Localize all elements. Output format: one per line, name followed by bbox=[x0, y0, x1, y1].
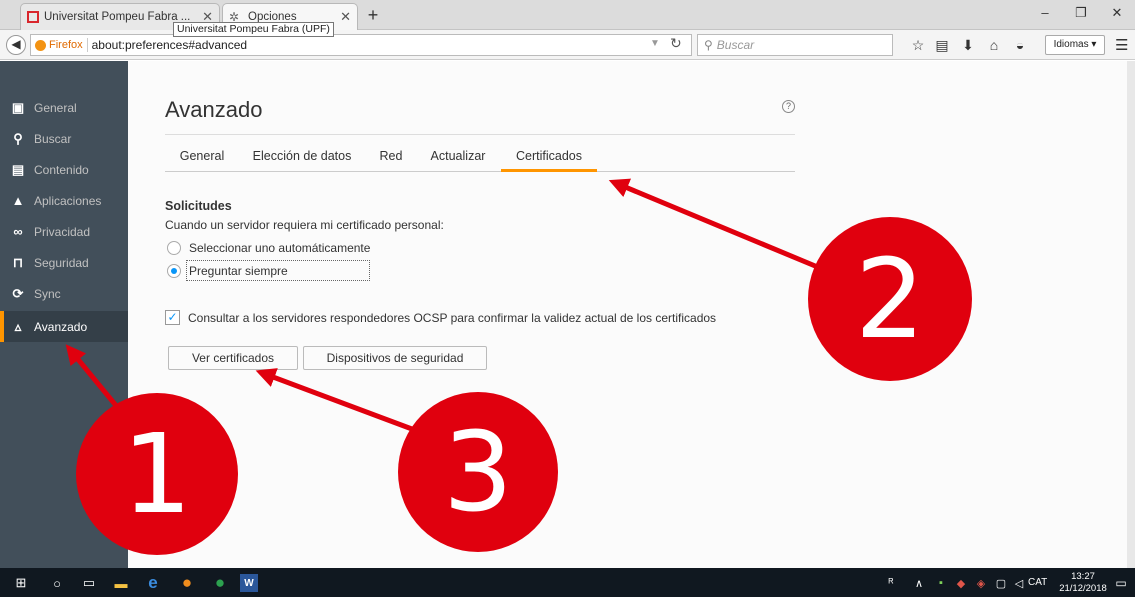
scrollbar[interactable] bbox=[1127, 61, 1135, 568]
search-icon: ⚲ bbox=[704, 38, 713, 52]
lock-icon: ⊓ bbox=[12, 254, 24, 270]
section-description: Cuando un servidor requiera mi certifica… bbox=[165, 218, 444, 232]
task-view-icon[interactable]: ▭ bbox=[78, 572, 100, 594]
pocket-icon[interactable]: ◒ bbox=[1010, 36, 1030, 54]
tab-strip: Universitat Pompeu Fabra ... ✕ ✲ Opcione… bbox=[0, 0, 1135, 30]
tray-app-icon[interactable]: ◆ bbox=[950, 572, 972, 594]
annotation-circle-1: 1 bbox=[76, 393, 238, 555]
clock-date: 21/12/2018 bbox=[1059, 583, 1107, 594]
sidebar-item-label: Sync bbox=[34, 286, 61, 301]
sidebar-item-aplicaciones[interactable]: ▲ Aplicaciones bbox=[0, 185, 128, 216]
sidebar-item-privacidad[interactable]: ∞ Privacidad bbox=[0, 216, 128, 247]
sidebar-item-label: Seguridad bbox=[34, 255, 89, 270]
search-icon[interactable]: ○ bbox=[46, 572, 68, 594]
tab-actualizar[interactable]: Actualizar bbox=[427, 144, 489, 172]
sidebar-item-sync[interactable]: ⟳ Sync bbox=[0, 278, 128, 309]
radio-label[interactable]: Seleccionar uno automáticamente bbox=[189, 241, 370, 255]
download-icon[interactable]: ⬇ bbox=[958, 36, 978, 54]
page-title: Avanzado bbox=[165, 97, 263, 122]
back-button[interactable]: ◀ bbox=[6, 35, 26, 55]
language-button-label: Idiomas bbox=[1053, 39, 1089, 50]
minimize-button[interactable]: – bbox=[1030, 3, 1060, 25]
firefox-taskbar-icon[interactable]: ● bbox=[176, 572, 198, 594]
restore-button[interactable]: ❐ bbox=[1066, 3, 1096, 25]
upf-favicon-icon bbox=[27, 11, 39, 23]
radio-auto-select[interactable] bbox=[167, 241, 181, 255]
mask-icon: ∞ bbox=[13, 224, 23, 239]
dropdown-arrow-icon[interactable]: ▼ bbox=[650, 38, 660, 49]
sidebar-item-label: Buscar bbox=[34, 131, 72, 146]
rocket-icon: ▲ bbox=[11, 193, 25, 208]
divider bbox=[86, 38, 88, 52]
tab-tooltip: Universitat Pompeu Fabra (UPF) bbox=[173, 22, 334, 37]
edge-icon[interactable]: e bbox=[142, 572, 164, 594]
sidebar-item-label: General bbox=[34, 100, 77, 115]
radio-label[interactable]: Preguntar siempre bbox=[189, 264, 288, 278]
new-tab-button[interactable]: + bbox=[362, 4, 384, 26]
language-button[interactable]: Idiomas ▾ bbox=[1045, 35, 1105, 55]
url-text[interactable]: about:preferences#advanced bbox=[92, 38, 247, 52]
word-icon[interactable]: W bbox=[240, 574, 258, 592]
search-placeholder: Buscar bbox=[716, 38, 755, 52]
section-heading: Solicitudes bbox=[165, 199, 232, 213]
clock[interactable]: 13:27 21/12/2018 bbox=[1058, 571, 1108, 595]
preferences-tabs: General Elección de datos Red Actualizar… bbox=[165, 144, 795, 172]
tab-eleccion-datos[interactable]: Elección de datos bbox=[247, 144, 357, 172]
search-icon: ⚲ bbox=[13, 130, 23, 146]
general-icon: ▣ bbox=[11, 99, 25, 115]
radio-always-ask[interactable] bbox=[167, 264, 181, 278]
tray-shield-icon[interactable]: ◈ bbox=[970, 572, 992, 594]
ocsp-checkbox[interactable]: ✓ bbox=[165, 310, 180, 325]
tab-general[interactable]: General bbox=[175, 144, 229, 172]
document-icon: ▤ bbox=[11, 161, 25, 177]
clock-time: 13:27 bbox=[1071, 571, 1095, 582]
windows-start-icon[interactable]: ⊞ bbox=[10, 572, 32, 594]
file-explorer-icon[interactable]: ▬ bbox=[110, 572, 132, 594]
taskbar: ⊞ ○ ▭ ▬ e ● ● W ᴿ ∧ ▪ ◆ ◈ ▢ ◁ CAT ▭ bbox=[0, 568, 1135, 597]
notifications-icon[interactable]: ▭ bbox=[1110, 572, 1132, 594]
help-icon[interactable]: ? bbox=[782, 100, 795, 113]
annotation-circle-2: 2 bbox=[808, 217, 972, 381]
divider bbox=[165, 134, 795, 135]
wizard-hat-icon: ▵ bbox=[14, 318, 22, 334]
volume-icon[interactable]: ◁ bbox=[1008, 572, 1030, 594]
people-icon[interactable]: ᴿ bbox=[880, 572, 902, 594]
identity-label: Firefox bbox=[49, 39, 83, 51]
sidebar-item-general[interactable]: ▣ General bbox=[0, 92, 128, 123]
navigation-bar: ◀ Firefox about:preferences#advanced ▼ ↻… bbox=[0, 30, 1135, 60]
sidebar-item-label: Aplicaciones bbox=[34, 193, 102, 208]
annotation-circle-3: 3 bbox=[398, 392, 558, 552]
close-window-button[interactable]: ✕ bbox=[1102, 3, 1132, 25]
security-devices-button[interactable]: Dispositivos de seguridad bbox=[303, 346, 487, 370]
sidebar-item-avanzado[interactable]: ▵ Avanzado bbox=[0, 311, 128, 342]
firefox-icon bbox=[35, 39, 46, 51]
sidebar-item-label: Privacidad bbox=[34, 224, 91, 239]
ocsp-label[interactable]: Consultar a los servidores respondedores… bbox=[188, 311, 716, 325]
sidebar-item-label: Contenido bbox=[34, 162, 89, 177]
home-icon[interactable]: ⌂ bbox=[984, 36, 1004, 54]
sidebar-item-label: Avanzado bbox=[34, 319, 88, 334]
tab-red[interactable]: Red bbox=[375, 144, 407, 172]
reload-icon[interactable]: ↻ bbox=[670, 35, 682, 52]
chevron-up-icon[interactable]: ∧ bbox=[908, 572, 930, 594]
tab-certificados[interactable]: Certificados bbox=[501, 144, 597, 172]
tray-app-icon[interactable]: ▪ bbox=[930, 572, 952, 594]
sync-icon: ⟳ bbox=[12, 285, 24, 301]
sidebar-item-contenido[interactable]: ▤ Contenido bbox=[0, 154, 128, 185]
close-tab-icon[interactable]: ✕ bbox=[340, 9, 351, 25]
menu-icon[interactable]: ☰ bbox=[1115, 36, 1128, 54]
bookmarks-library-icon[interactable]: ▤ bbox=[932, 36, 952, 54]
view-certificates-button[interactable]: Ver certificados bbox=[168, 346, 298, 370]
url-bar[interactable]: Firefox about:preferences#advanced bbox=[30, 34, 692, 56]
bookmark-star-icon[interactable]: ☆ bbox=[908, 36, 928, 54]
sidebar-item-seguridad[interactable]: ⊓ Seguridad bbox=[0, 247, 128, 278]
chrome-icon[interactable]: ● bbox=[209, 572, 231, 594]
search-input[interactable]: ⚲ Buscar bbox=[697, 34, 893, 56]
input-language[interactable]: CAT bbox=[1028, 577, 1047, 588]
sidebar-item-buscar[interactable]: ⚲ Buscar bbox=[0, 123, 128, 154]
